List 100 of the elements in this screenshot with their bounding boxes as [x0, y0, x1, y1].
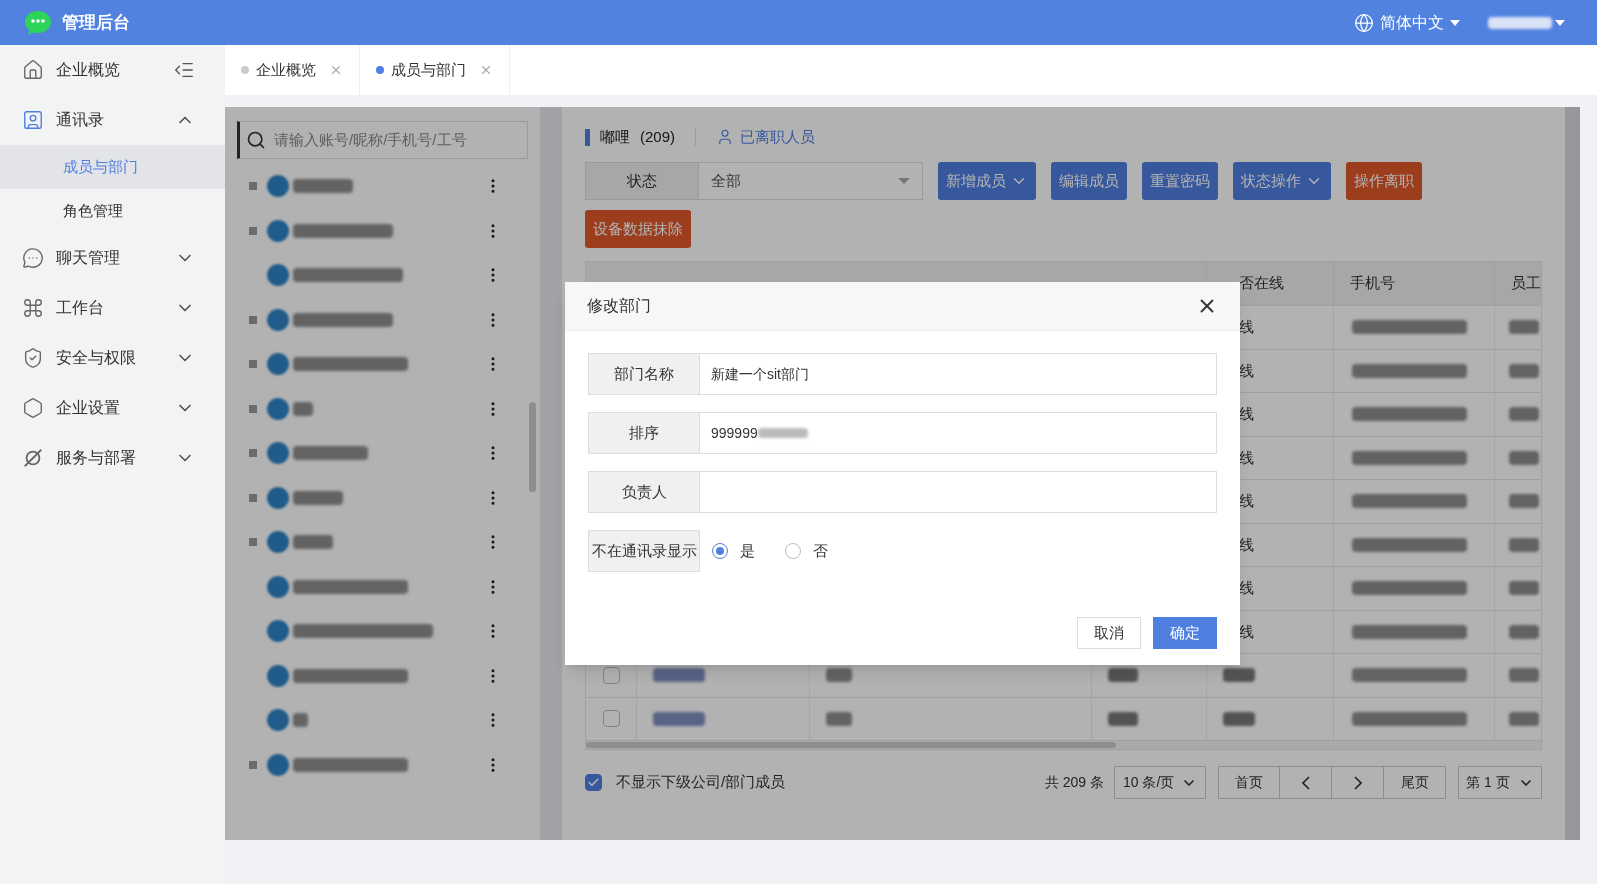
hexagon-icon	[22, 397, 44, 419]
pixelated-block	[1108, 711, 1138, 726]
status-filter[interactable]: 状态 全部	[585, 162, 923, 200]
field-value: 新建一个sit部门	[711, 364, 809, 384]
search-field[interactable]: 请输入账号/昵称/手机号/工号	[237, 121, 528, 159]
expand-toggle[interactable]	[249, 449, 257, 458]
table-cell-text: 线	[1238, 447, 1254, 468]
row-checkbox[interactable]	[602, 666, 620, 684]
radio-label: 否	[813, 540, 828, 561]
table-cell-text: 线	[1238, 534, 1254, 555]
accent-bar	[585, 128, 590, 146]
chat-bubble-icon	[22, 247, 44, 269]
pixelated-block	[653, 711, 705, 726]
checkbox-label: 不显示下级公司/部门成员	[616, 772, 787, 793]
chat-logo-icon	[24, 10, 52, 35]
pixelated-block	[1223, 668, 1255, 683]
ringed-circle-icon	[22, 447, 44, 469]
department-icon	[267, 531, 289, 554]
field-label: 部门名称	[588, 353, 700, 395]
submenu-item[interactable]: 角色管理	[0, 189, 225, 233]
department-icon	[267, 486, 289, 509]
chevron-right-icon	[1353, 775, 1362, 790]
check-icon	[587, 776, 600, 789]
text-field[interactable]: 新建一个sit部门	[700, 353, 1217, 395]
department-icon	[267, 264, 289, 287]
pixelated-block	[1509, 494, 1539, 509]
sidebar-item[interactable]: 企业设置	[0, 383, 225, 433]
department-icon	[267, 709, 289, 732]
department-name: 嘟哩	[600, 126, 630, 147]
caret-icon	[1450, 19, 1460, 26]
pixelated-block	[1509, 537, 1539, 552]
first-page-button[interactable]: 首页	[1219, 767, 1280, 798]
search-icon	[246, 130, 266, 150]
text-field[interactable]	[700, 471, 1217, 513]
cancel-button[interactable]: 取消	[1077, 617, 1141, 649]
department-icon	[267, 575, 289, 598]
field-label: 负责人	[588, 471, 700, 513]
language-switcher[interactable]: 简体中文	[1354, 10, 1460, 35]
last-page-button[interactable]: 尾页	[1384, 767, 1445, 798]
pixelated-block	[293, 490, 343, 505]
expand-toggle[interactable]	[249, 226, 257, 235]
expand-toggle[interactable]	[249, 360, 257, 369]
confirm-button[interactable]: 确定	[1153, 617, 1217, 649]
expand-toggle[interactable]	[249, 182, 257, 191]
department-icon	[267, 353, 289, 376]
expand-toggle[interactable]	[249, 493, 257, 502]
column-header: 员工	[1511, 273, 1541, 294]
department-icon	[267, 620, 289, 643]
pixelated-block	[1509, 711, 1539, 726]
sidebar-item[interactable]: 企业概览	[0, 45, 225, 95]
pixelated-block	[1108, 668, 1138, 683]
pixelated-block	[826, 668, 852, 683]
column-header: 手机号	[1350, 273, 1395, 294]
scrollbar-thumb[interactable]	[529, 402, 536, 492]
sidebar-item[interactable]: 聊天管理	[0, 233, 225, 283]
shield-icon	[22, 347, 44, 369]
column-header: 否在线	[1238, 273, 1284, 294]
expand-toggle[interactable]	[249, 760, 257, 769]
pixelated-block	[1509, 450, 1539, 465]
page-tab[interactable]: 成员与部门	[360, 45, 510, 95]
vertical-scrollbar[interactable]	[1565, 107, 1580, 840]
department-icon	[267, 175, 289, 198]
filter-value: 全部	[710, 170, 742, 191]
search-input[interactable]: 请输入账号/昵称/手机号/工号	[274, 128, 521, 152]
pixelated-block	[1509, 581, 1539, 596]
page-tab[interactable]: 企业概览	[225, 45, 360, 95]
sidebar-item[interactable]: 工作台	[0, 283, 225, 333]
pixelated-block	[293, 535, 333, 550]
expand-toggle[interactable]	[249, 538, 257, 547]
field-label: 排序	[588, 412, 700, 454]
department-icon	[267, 664, 289, 687]
table-cell-text: 线	[1238, 621, 1254, 642]
pixelated-block	[1509, 407, 1539, 422]
sidebar-item[interactable]: 服务与部署	[0, 433, 225, 483]
table-cell-text: 线	[1238, 317, 1254, 337]
sidebar-item[interactable]: 安全与权限	[0, 333, 225, 383]
pixelated-block	[1509, 320, 1539, 335]
row-checkbox[interactable]	[602, 710, 620, 728]
department-icon	[267, 442, 289, 465]
filter-label: 状态	[586, 163, 699, 199]
pixelated-block	[1223, 711, 1255, 726]
table-cell-text: 线	[1238, 491, 1254, 511]
user-menu[interactable]	[1488, 16, 1565, 29]
horizontal-scrollbar[interactable]	[586, 742, 1116, 748]
expand-toggle[interactable]	[249, 404, 257, 413]
field-value: 999999	[711, 423, 758, 443]
total-count: 共 209 条	[1044, 773, 1104, 792]
expand-toggle[interactable]	[249, 315, 257, 324]
pixelated-block	[1509, 668, 1539, 683]
text-field[interactable]: 999999	[700, 412, 1217, 454]
sidebar-item[interactable]: 通讯录	[0, 95, 225, 145]
page-size-select[interactable]: 10 条/页	[1114, 766, 1206, 799]
app-title: 管理后台	[62, 11, 131, 34]
globe-icon	[1354, 12, 1374, 33]
pixelated-block	[293, 401, 313, 416]
hide-sub-checkbox[interactable]	[585, 774, 602, 791]
pixelated-block	[826, 711, 852, 726]
page-select[interactable]: 第 1 页	[1458, 766, 1542, 799]
department-icon	[267, 753, 289, 776]
field-label: 不在通讯录显示	[588, 530, 700, 572]
